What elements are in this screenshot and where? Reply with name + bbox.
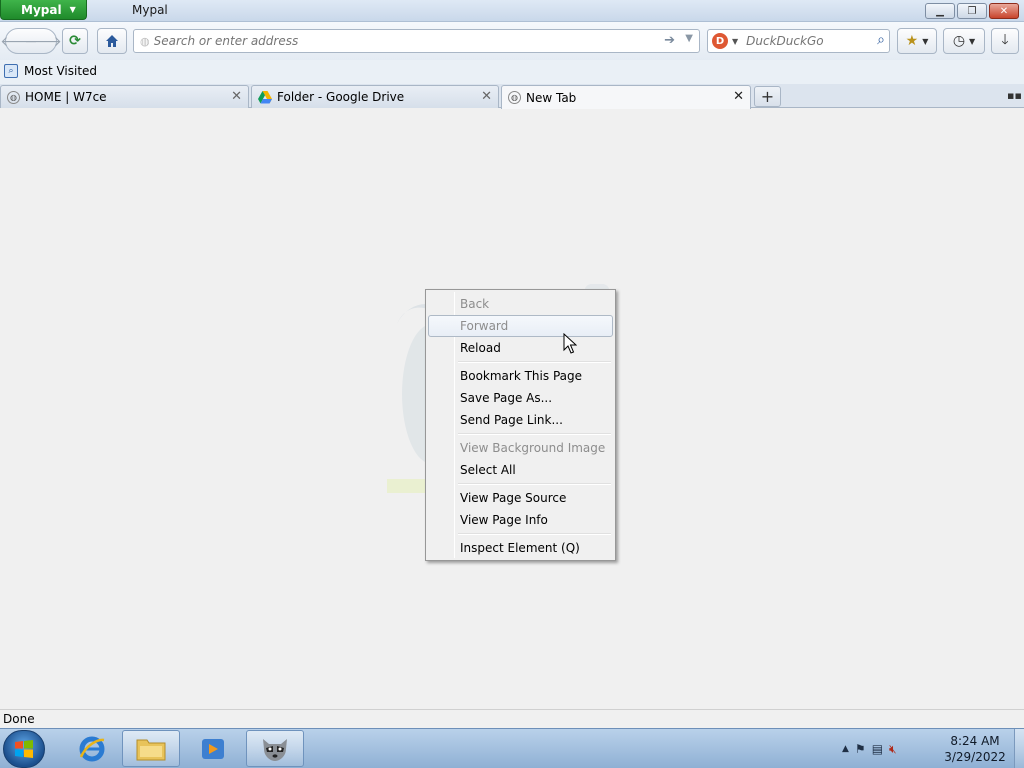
bookmarks-toolbar: ⌕ Most Visited (0, 60, 1024, 84)
go-arrow-icon[interactable]: ➔ (664, 33, 675, 48)
show-hidden-icons-icon[interactable]: ▲ (842, 744, 849, 754)
menu-item-select-all[interactable]: Select All (428, 459, 613, 481)
reload-button[interactable]: ⟳ (62, 28, 88, 54)
menu-item-inspect-element[interactable]: Inspect Element (Q) (428, 537, 613, 559)
globe-icon: ◍ (508, 91, 521, 104)
minimize-button[interactable]: ▁ (925, 3, 955, 19)
close-tab-icon[interactable]: ✕ (481, 89, 492, 104)
media-player-icon (202, 738, 224, 759)
action-center-flag-icon[interactable]: ⚑ (855, 742, 866, 756)
restore-button[interactable]: ❐ (957, 3, 987, 19)
dropdown-arrow-icon: ▼ (922, 36, 929, 46)
clock-icon: ◷ (952, 33, 966, 49)
windows-logo-icon (15, 740, 33, 758)
mouse-cursor-icon (563, 333, 577, 354)
menu-item-send-page-link[interactable]: Send Page Link... (428, 409, 613, 431)
menu-item-back[interactable]: Back (428, 293, 613, 315)
app-menu-label: Mypal (21, 2, 62, 17)
tab-home-w7ce[interactable]: ◍ HOME | W7ce ✕ (0, 85, 249, 108)
dropdown-arrow-icon: ▼ (969, 36, 976, 46)
tab-title: New Tab (526, 90, 577, 105)
search-engine-dropdown-icon[interactable]: ▼ (732, 37, 738, 46)
window-title: Mypal (132, 3, 168, 17)
internet-explorer-icon (79, 736, 105, 761)
bookmarks-menu-button[interactable]: ★ ▼ (897, 28, 937, 54)
app-menu-button[interactable]: Mypal ▼ (0, 0, 87, 20)
close-tab-icon[interactable]: ✕ (733, 89, 744, 104)
close-window-button[interactable]: ✕ (989, 3, 1019, 19)
globe-icon: ◍ (140, 34, 150, 48)
tab-strip: ◍ HOME | W7ce ✕ Folder - Google Drive ✕ … (0, 84, 1024, 109)
most-visited-icon: ⌕ (4, 64, 18, 78)
most-visited-label: Most Visited (24, 64, 98, 78)
tab-title: HOME | W7ce (25, 90, 107, 104)
close-tab-icon[interactable]: ✕ (231, 89, 242, 104)
tab-title: Folder - Google Drive (277, 90, 405, 104)
new-tab-button[interactable]: + (754, 86, 781, 107)
taskbar: ▲ ⚑ ▤ 🔇︎ 8:24 AM 3/29/2022 (0, 728, 1024, 768)
navigation-toolbar: 🡐 🡒 ⟳ ◍ ➔ ▼ D ▼ ⌕ ★ ▼ ◷ ▼ 🡓 (0, 22, 1024, 60)
system-tray: ▲ ⚑ ▤ 🔇︎ (842, 729, 932, 768)
address-bar[interactable]: ◍ ➔ ▼ (133, 29, 700, 53)
star-icon: ★ (905, 33, 919, 49)
search-bar[interactable]: D ▼ ⌕ (707, 29, 890, 53)
history-menu-button[interactable]: ◷ ▼ (943, 28, 985, 54)
history-dropdown-icon[interactable]: ▼ (685, 33, 693, 44)
menu-item-reload[interactable]: Reload (428, 337, 613, 359)
taskbar-media-player[interactable] (184, 730, 242, 767)
search-icon[interactable]: ⌕ (877, 32, 885, 48)
clock-date: 3/29/2022 (944, 750, 1006, 764)
globe-icon: ◍ (7, 90, 20, 104)
menu-item-save-page-as[interactable]: Save Page As... (428, 387, 613, 409)
home-button[interactable] (97, 28, 127, 54)
back-forward-group: 🡐 🡒 (0, 28, 62, 54)
clock-time: 8:24 AM (950, 734, 1000, 748)
taskbar-internet-explorer[interactable] (63, 730, 121, 767)
most-visited-folder[interactable]: ⌕ Most Visited (4, 64, 97, 78)
volume-muted-icon[interactable]: 🔇︎ (889, 742, 897, 757)
tab-groups-icon[interactable]: ▪▪ (1007, 89, 1022, 102)
menu-item-forward[interactable]: Forward (428, 315, 613, 337)
download-arrow-icon: 🡓 (1001, 32, 1009, 48)
network-icon[interactable]: ▤ (872, 742, 883, 756)
home-icon (106, 35, 118, 47)
menu-item-view-page-info[interactable]: View Page Info (428, 509, 613, 531)
menu-item-bookmark-page[interactable]: Bookmark This Page (428, 365, 613, 387)
menu-item-view-page-source[interactable]: View Page Source (428, 487, 613, 509)
raccoon-icon (263, 738, 287, 761)
status-bar: Done (0, 709, 1024, 728)
menu-item-view-background-image[interactable]: View Background Image (428, 437, 613, 459)
reload-icon: ⟳ (69, 33, 81, 49)
show-desktop-button[interactable] (1014, 729, 1024, 768)
taskbar-clock[interactable]: 8:24 AM 3/29/2022 (935, 733, 1015, 765)
downloads-button[interactable]: 🡓 (991, 28, 1019, 54)
folder-icon (136, 739, 166, 760)
google-drive-icon (258, 90, 272, 103)
title-bar: Mypal ▼ Mypal ▁ ❐ ✕ (0, 0, 1024, 22)
forward-arrow-icon[interactable]: 🡒 (24, 30, 62, 52)
search-input[interactable] (746, 34, 867, 48)
duckduckgo-icon[interactable]: D (712, 33, 728, 49)
context-menu: Back Forward Reload Bookmark This Page S… (425, 289, 616, 561)
taskbar-file-explorer[interactable] (122, 730, 180, 767)
tab-google-drive[interactable]: Folder - Google Drive ✕ (251, 85, 499, 108)
address-input[interactable] (153, 34, 644, 48)
start-button[interactable] (3, 730, 45, 768)
tab-new-tab[interactable]: ◍ New Tab ✕ (501, 85, 751, 109)
taskbar-mypal[interactable] (246, 730, 304, 767)
dropdown-arrow-icon: ▼ (69, 5, 76, 14)
plus-icon: + (760, 87, 775, 106)
